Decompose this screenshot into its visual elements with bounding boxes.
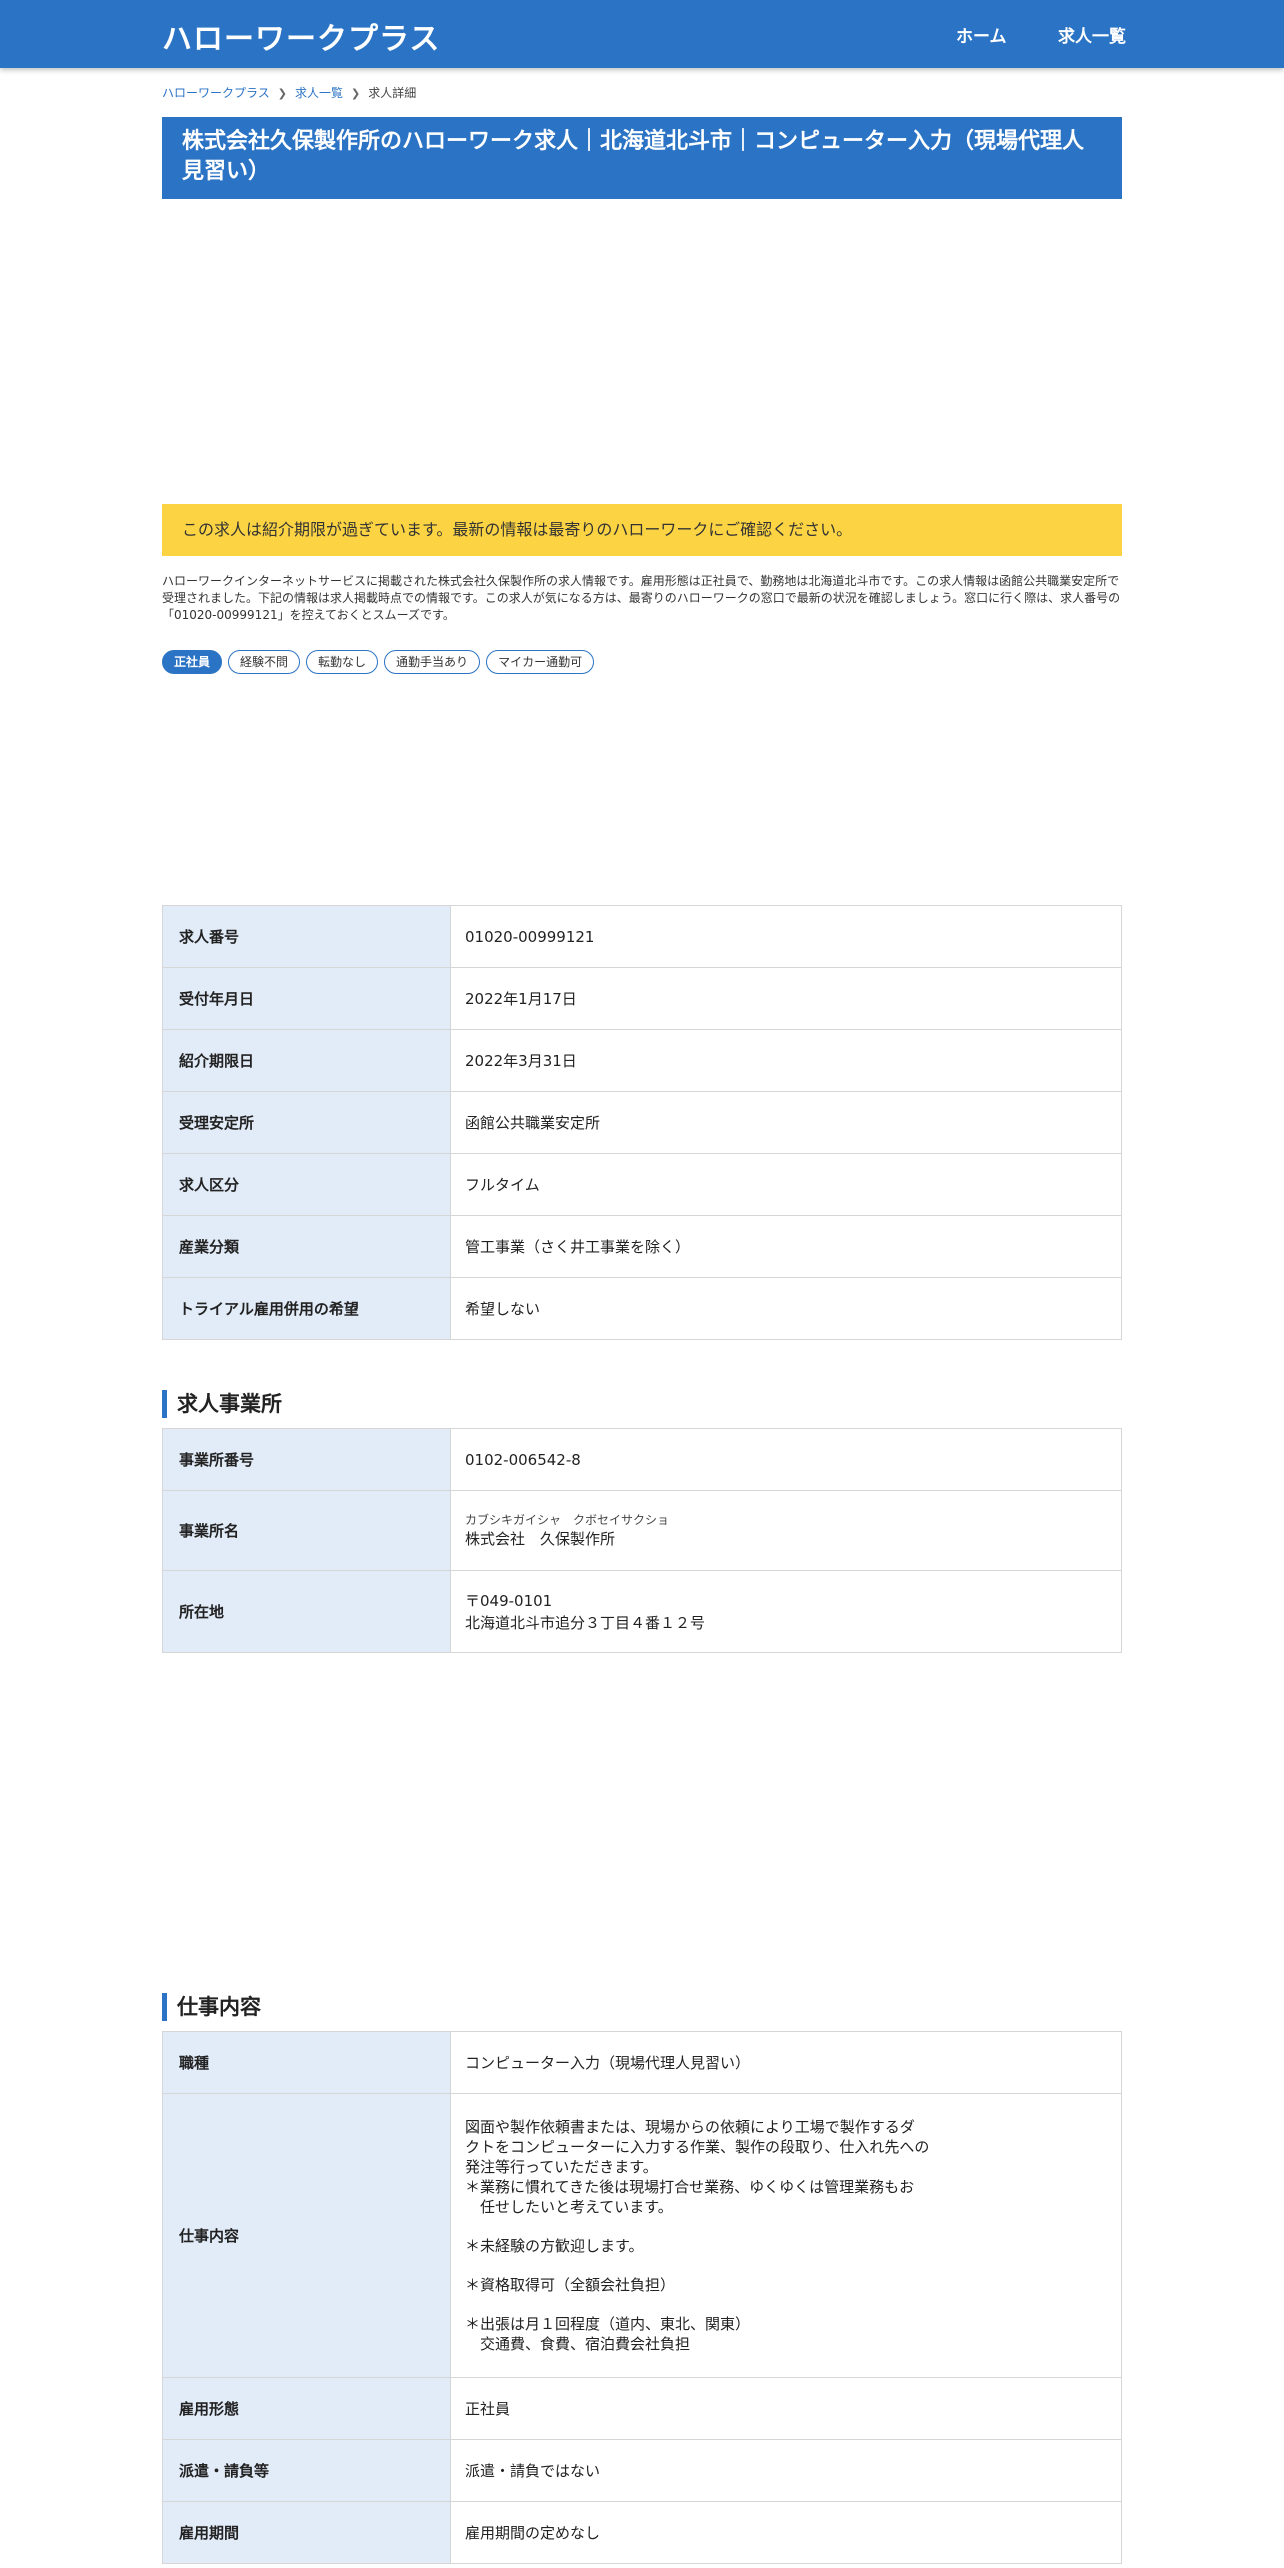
row-label: 事業所名 <box>162 1490 451 1571</box>
basic-info-table: 求人番号 01020-00999121 受付年月日 2022年1月17日 紹介期… <box>162 905 1122 1340</box>
employment-type-value: 正社員 <box>450 2377 1122 2440</box>
tag-commute-allowance: 通勤手当あり <box>384 650 481 674</box>
table-row: 雇用形態 正社員 <box>162 2377 1122 2440</box>
breadcrumb-home-link[interactable]: ハローワークプラス <box>162 86 270 100</box>
postal-code: 〒049-0101 <box>465 1591 553 1610</box>
occupation-value: コンピューター入力（現場代理人見習い） <box>450 2031 1122 2094</box>
received-date-value: 2022年1月17日 <box>450 967 1122 1030</box>
top-navbar: ハローワークプラス ホーム 求人一覧 <box>0 0 1284 68</box>
employment-period-value: 雇用期間の定めなし <box>450 2501 1122 2564</box>
office-number-value: 0102-006542-8 <box>450 1428 1122 1491</box>
tag-list: 正社員 経験不問 転勤なし 通勤手当あり マイカー通勤可 <box>162 650 1122 676</box>
row-label: 所在地 <box>162 1570 451 1653</box>
breadcrumb: ハローワークプラス ❯ 求人一覧 ❯ 求人詳細 <box>162 84 1122 104</box>
office-name-cell: カブシキガイシャ クボセイサクショ 株式会社 久保製作所 <box>450 1490 1122 1571</box>
tag-car-commute: マイカー通勤可 <box>486 650 595 674</box>
section-heading-office: 求人事業所 <box>162 1390 1122 1418</box>
chevron-right-icon: ❯ <box>277 87 287 100</box>
row-label: 事業所番号 <box>162 1428 451 1491</box>
expired-notice-banner: この求人は紹介期限が過ぎています。最新の情報は最寄りのハローワークにご確認くださ… <box>162 504 1122 556</box>
row-label: 産業分類 <box>162 1215 451 1278</box>
page-title: 株式会社久保製作所のハローワーク求人｜北海道北斗市｜コンピューター入力（現場代理… <box>162 117 1122 199</box>
table-row: 事業所名 カブシキガイシャ クボセイサクショ 株式会社 久保製作所 <box>162 1490 1122 1571</box>
site-logo-link[interactable]: ハローワークプラス <box>162 14 440 58</box>
table-row: 派遣・請負等 派遣・請負ではない <box>162 2439 1122 2502</box>
breadcrumb-current: 求人詳細 <box>368 86 417 100</box>
table-row: 職種 コンピューター入力（現場代理人見習い） <box>162 2031 1122 2094</box>
row-label: 求人番号 <box>162 905 451 968</box>
row-label: 派遣・請負等 <box>162 2439 451 2502</box>
nav-home-link[interactable]: ホーム <box>956 22 1007 47</box>
table-row: 受理安定所 函館公共職業安定所 <box>162 1091 1122 1154</box>
row-label: 仕事内容 <box>162 2093 451 2378</box>
section-heading-work: 仕事内容 <box>162 1993 1122 2021</box>
table-row: トライアル雇用併用の希望 希望しない <box>162 1277 1122 1340</box>
office-name-value: 株式会社 久保製作所 <box>465 1530 616 1548</box>
table-row: 所在地 〒049-0101 北海道北斗市追分３丁目４番１２号 <box>162 1570 1122 1653</box>
table-row: 紹介期限日 2022年3月31日 <box>162 1029 1122 1092</box>
row-label: トライアル雇用併用の希望 <box>162 1277 451 1340</box>
chevron-right-icon: ❯ <box>351 87 361 100</box>
table-row: 求人番号 01020-00999121 <box>162 905 1122 968</box>
table-row: 事業所番号 0102-006542-8 <box>162 1428 1122 1491</box>
tag-full-time: 正社員 <box>162 650 223 674</box>
table-row: 受付年月日 2022年1月17日 <box>162 967 1122 1030</box>
row-label: 職種 <box>162 2031 451 2094</box>
intro-text: ハローワークインターネットサービスに掲載された株式会社久保製作所の求人情報です。… <box>162 574 1121 622</box>
table-row: 産業分類 管工事業（さく井工事業を除く） <box>162 1215 1122 1278</box>
row-label: 受理安定所 <box>162 1091 451 1154</box>
job-description-paragraph: ＊資格取得可（全額会社負担） <box>465 2276 676 2294</box>
table-row: 仕事内容 図面や製作依頼書または、現場からの依頼により工場で製作するダ クトをコ… <box>162 2093 1122 2378</box>
nav-job-list-link[interactable]: 求人一覧 <box>1058 22 1126 47</box>
address-cell: 〒049-0101 北海道北斗市追分３丁目４番１２号 <box>450 1570 1122 1653</box>
row-label: 紹介期限日 <box>162 1029 451 1092</box>
referral-deadline-value: 2022年3月31日 <box>450 1029 1122 1092</box>
row-label: 雇用期間 <box>162 2501 451 2564</box>
job-description-cell: 図面や製作依頼書または、現場からの依頼により工場で製作するダ クトをコンピュータ… <box>450 2093 1122 2378</box>
row-label: 受付年月日 <box>162 967 451 1030</box>
table-row: 雇用期間 雇用期間の定めなし <box>162 2501 1122 2564</box>
job-description-paragraph: 図面や製作依頼書または、現場からの依頼により工場で製作するダ クトをコンピュータ… <box>465 2118 930 2216</box>
office-value: 函館公共職業安定所 <box>450 1091 1122 1154</box>
trial-employment-value: 希望しない <box>450 1277 1122 1340</box>
breadcrumb-job-list-link[interactable]: 求人一覧 <box>295 86 343 100</box>
tag-no-transfer: 転勤なし <box>306 650 379 674</box>
job-description-paragraph: ＊出張は月１回程度（道内、東北、関東） 交通費、食費、宿泊費会社負担 <box>465 2315 751 2353</box>
tag-no-experience: 経験不問 <box>228 650 301 674</box>
dispatch-value: 派遣・請負ではない <box>450 2439 1122 2502</box>
address-value: 北海道北斗市追分３丁目４番１２号 <box>465 1613 706 1632</box>
row-label: 求人区分 <box>162 1153 451 1216</box>
job-description-paragraph: ＊未経験の方歓迎します。 <box>465 2237 644 2255</box>
industry-value: 管工事業（さく井工事業を除く） <box>450 1215 1122 1278</box>
row-label: 雇用形態 <box>162 2377 451 2440</box>
job-category-value: フルタイム <box>450 1153 1122 1216</box>
office-name-kana: カブシキガイシャ クボセイサクショ <box>465 1513 670 1527</box>
work-table: 職種 コンピューター入力（現場代理人見習い） 仕事内容 図面や製作依頼書または、… <box>162 2031 1122 2564</box>
table-row: 求人区分 フルタイム <box>162 1153 1122 1216</box>
job-number-value: 01020-00999121 <box>450 905 1122 968</box>
office-table: 事業所番号 0102-006542-8 事業所名 カブシキガイシャ クボセイサク… <box>162 1428 1122 1653</box>
